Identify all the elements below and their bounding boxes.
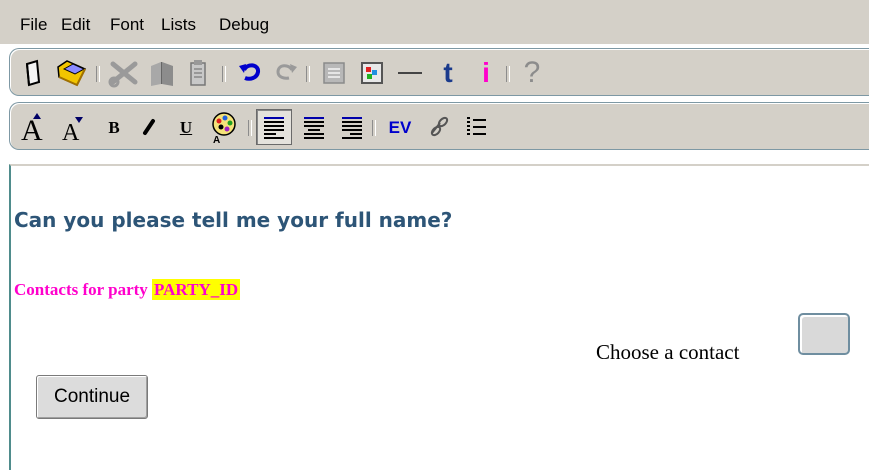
main-toolbar: t i ? bbox=[9, 48, 869, 96]
font-size-increase-icon: A bbox=[21, 113, 43, 144]
choose-contact-label: Choose a contact bbox=[596, 340, 740, 364]
help-button[interactable]: ? bbox=[514, 55, 550, 91]
underline-icon: U bbox=[179, 117, 193, 137]
numbered-list-button[interactable] bbox=[458, 109, 494, 145]
menu-edit[interactable]: Edit bbox=[61, 14, 90, 36]
paste-icon bbox=[190, 60, 206, 86]
menu-debug[interactable]: Debug bbox=[219, 14, 269, 36]
info-i-button[interactable]: i bbox=[468, 55, 504, 91]
horizontal-rule-icon bbox=[398, 72, 422, 74]
align-center-icon bbox=[304, 117, 324, 139]
toolbar-separator bbox=[96, 66, 100, 82]
open-folder-icon bbox=[57, 60, 87, 87]
italic-icon bbox=[143, 119, 155, 135]
align-center-button[interactable] bbox=[296, 109, 332, 145]
undo-button[interactable] bbox=[232, 55, 268, 91]
insert-image-button[interactable] bbox=[354, 55, 390, 91]
toolbar-separator bbox=[506, 66, 510, 82]
form-button[interactable] bbox=[316, 55, 352, 91]
new-document-icon bbox=[25, 59, 41, 87]
continue-button[interactable]: Continue bbox=[36, 375, 148, 419]
copy-button[interactable] bbox=[144, 55, 180, 91]
help-question-icon: ? bbox=[523, 56, 541, 89]
svg-text:A: A bbox=[62, 120, 80, 144]
contacts-label: Contacts for party bbox=[14, 280, 153, 299]
menu-bar: File Edit Font Lists Debug bbox=[0, 0, 869, 44]
toolbar-separator bbox=[222, 66, 226, 82]
paste-button[interactable] bbox=[180, 55, 216, 91]
text-t-button[interactable]: t bbox=[430, 55, 466, 91]
toolbar-separator bbox=[372, 120, 376, 136]
toolbar-separator bbox=[306, 66, 310, 82]
align-right-icon bbox=[342, 117, 362, 139]
bold-icon: B bbox=[108, 117, 120, 137]
align-right-button[interactable] bbox=[334, 109, 370, 145]
underline-button[interactable]: U bbox=[168, 109, 204, 145]
color-palette-icon: A bbox=[212, 112, 236, 144]
bold-button[interactable]: B bbox=[96, 109, 132, 145]
question-heading: Can you please tell me your full name? bbox=[14, 208, 453, 232]
link-button[interactable] bbox=[422, 109, 458, 145]
cut-button[interactable] bbox=[106, 55, 142, 91]
redo-button[interactable] bbox=[268, 55, 304, 91]
contacts-line: Contacts for party PARTY_ID bbox=[14, 279, 241, 300]
align-left-button[interactable] bbox=[256, 109, 292, 145]
form-icon bbox=[323, 62, 345, 84]
redo-icon bbox=[276, 64, 297, 80]
party-id-field[interactable]: PARTY_ID bbox=[152, 279, 241, 300]
font-size-increase-button[interactable]: A bbox=[18, 109, 54, 145]
italic-button[interactable] bbox=[132, 109, 168, 145]
copy-icon bbox=[151, 62, 173, 86]
link-icon bbox=[430, 116, 449, 137]
numbered-list-icon bbox=[467, 117, 486, 135]
svg-text:A: A bbox=[213, 135, 220, 144]
ev-button[interactable]: EV bbox=[382, 109, 418, 145]
cut-icon bbox=[108, 61, 138, 88]
font-size-decrease-button[interactable]: A bbox=[58, 109, 94, 145]
editor-window: File Edit Font Lists Debug t i ? A A B U… bbox=[0, 0, 869, 470]
toolbar-separator bbox=[248, 120, 252, 136]
info-i-icon: i bbox=[482, 57, 490, 88]
font-size-decrease-icon: A bbox=[62, 117, 83, 144]
color-button[interactable]: A bbox=[206, 109, 242, 145]
image-icon bbox=[361, 62, 383, 84]
open-button[interactable] bbox=[54, 55, 90, 91]
new-document-button[interactable] bbox=[15, 55, 51, 91]
menu-lists[interactable]: Lists bbox=[161, 14, 196, 36]
menu-font[interactable]: Font bbox=[110, 14, 144, 36]
menu-file[interactable]: File bbox=[20, 14, 47, 36]
text-t-icon: t bbox=[443, 57, 453, 88]
horizontal-rule-button[interactable] bbox=[392, 55, 428, 91]
align-left-icon bbox=[264, 117, 284, 139]
undo-icon bbox=[239, 63, 260, 81]
choose-contact-select[interactable] bbox=[798, 313, 850, 355]
format-toolbar: A A B U A EV bbox=[9, 102, 869, 150]
ev-icon: EV bbox=[388, 117, 412, 137]
